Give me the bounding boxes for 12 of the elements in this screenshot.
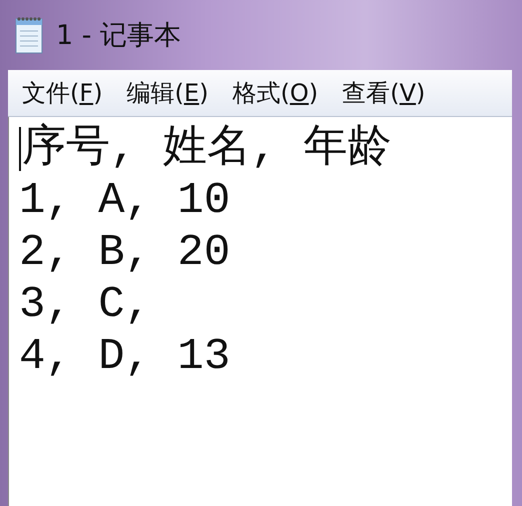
menu-item[interactable]: 格式(O)	[222, 77, 328, 109]
menu-item[interactable]: 查看(V)	[332, 77, 436, 109]
window-title: 1 - 记事本	[56, 19, 182, 53]
text-line: 4, D, 13	[19, 331, 230, 383]
text-line: 1, A, 10	[19, 175, 230, 227]
menu-item[interactable]: 编辑(E)	[116, 77, 218, 109]
notepad-icon	[14, 15, 44, 55]
text-line: 2, B, 20	[19, 227, 230, 279]
text-line: 序号, 姓名, 年龄	[22, 123, 392, 175]
text-line: 3, C,	[19, 279, 152, 331]
text-area[interactable]: 序号, 姓名, 年龄 1, A, 10 2, B, 20 3, C, 4, D, 13	[8, 117, 512, 506]
menu-item[interactable]: 文件(F)	[12, 77, 113, 109]
